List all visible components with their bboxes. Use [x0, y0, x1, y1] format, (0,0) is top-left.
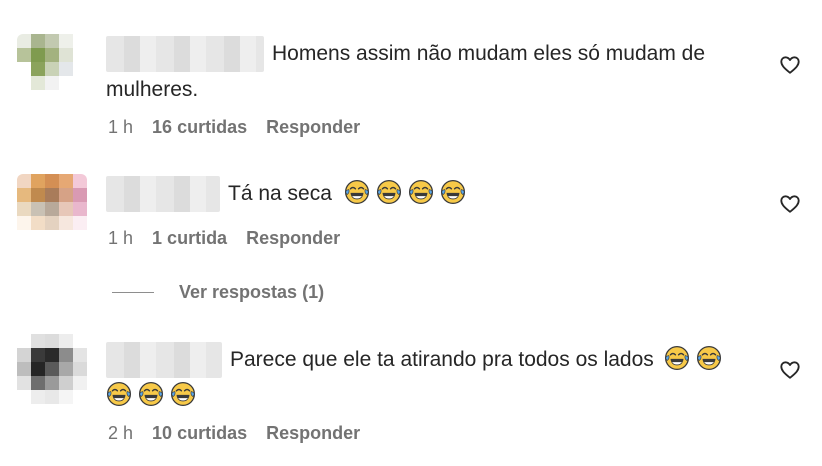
heart-icon[interactable] [779, 54, 801, 76]
view-replies-label: Ver respostas (1) [179, 282, 325, 302]
likes-count[interactable]: 1 curtida [152, 228, 227, 248]
timestamp: 2 h [108, 423, 134, 443]
heart-icon[interactable] [779, 193, 801, 215]
joy-emoji-icon [344, 179, 369, 205]
avatar[interactable] [17, 174, 87, 244]
username-blurred[interactable] [106, 342, 222, 379]
emoji-group [344, 179, 472, 205]
joy-emoji-icon [408, 179, 433, 205]
username-blurred[interactable] [106, 36, 264, 73]
comment-text: Tá na seca [106, 176, 756, 213]
username-blurred[interactable] [106, 176, 220, 213]
comment-text: Parece que ele ta atirando pra todos os … [106, 342, 746, 414]
reply-button[interactable]: Responder [266, 423, 360, 443]
joy-emoji-icon [170, 382, 196, 407]
comment-meta: 1 h 1 curtida Responder [108, 228, 354, 249]
timestamp: 1 h [108, 228, 134, 248]
avatar[interactable] [17, 34, 87, 104]
joy-emoji-icon [376, 179, 401, 205]
avatar[interactable] [17, 334, 87, 404]
timestamp: 1 h [108, 117, 134, 137]
heart-icon[interactable] [779, 359, 801, 381]
comment-meta: 2 h 10 curtidas Responder [108, 423, 374, 444]
reply-button[interactable]: Responder [246, 228, 340, 248]
reply-button[interactable]: Responder [266, 117, 360, 137]
comment-meta: 1 h 16 curtidas Responder [108, 117, 374, 138]
joy-emoji-icon [664, 345, 689, 371]
divider-line [112, 292, 154, 293]
comment-text: Homens assim não mudam eles só mudam de … [106, 36, 756, 108]
likes-count[interactable]: 10 curtidas [152, 423, 247, 443]
likes-count[interactable]: 16 curtidas [152, 117, 247, 137]
joy-emoji-icon [440, 179, 465, 205]
joy-emoji-icon [696, 345, 721, 371]
joy-emoji-icon [138, 382, 164, 407]
joy-emoji-icon [106, 382, 132, 407]
view-replies-button[interactable]: Ver respostas (1) [112, 282, 324, 303]
